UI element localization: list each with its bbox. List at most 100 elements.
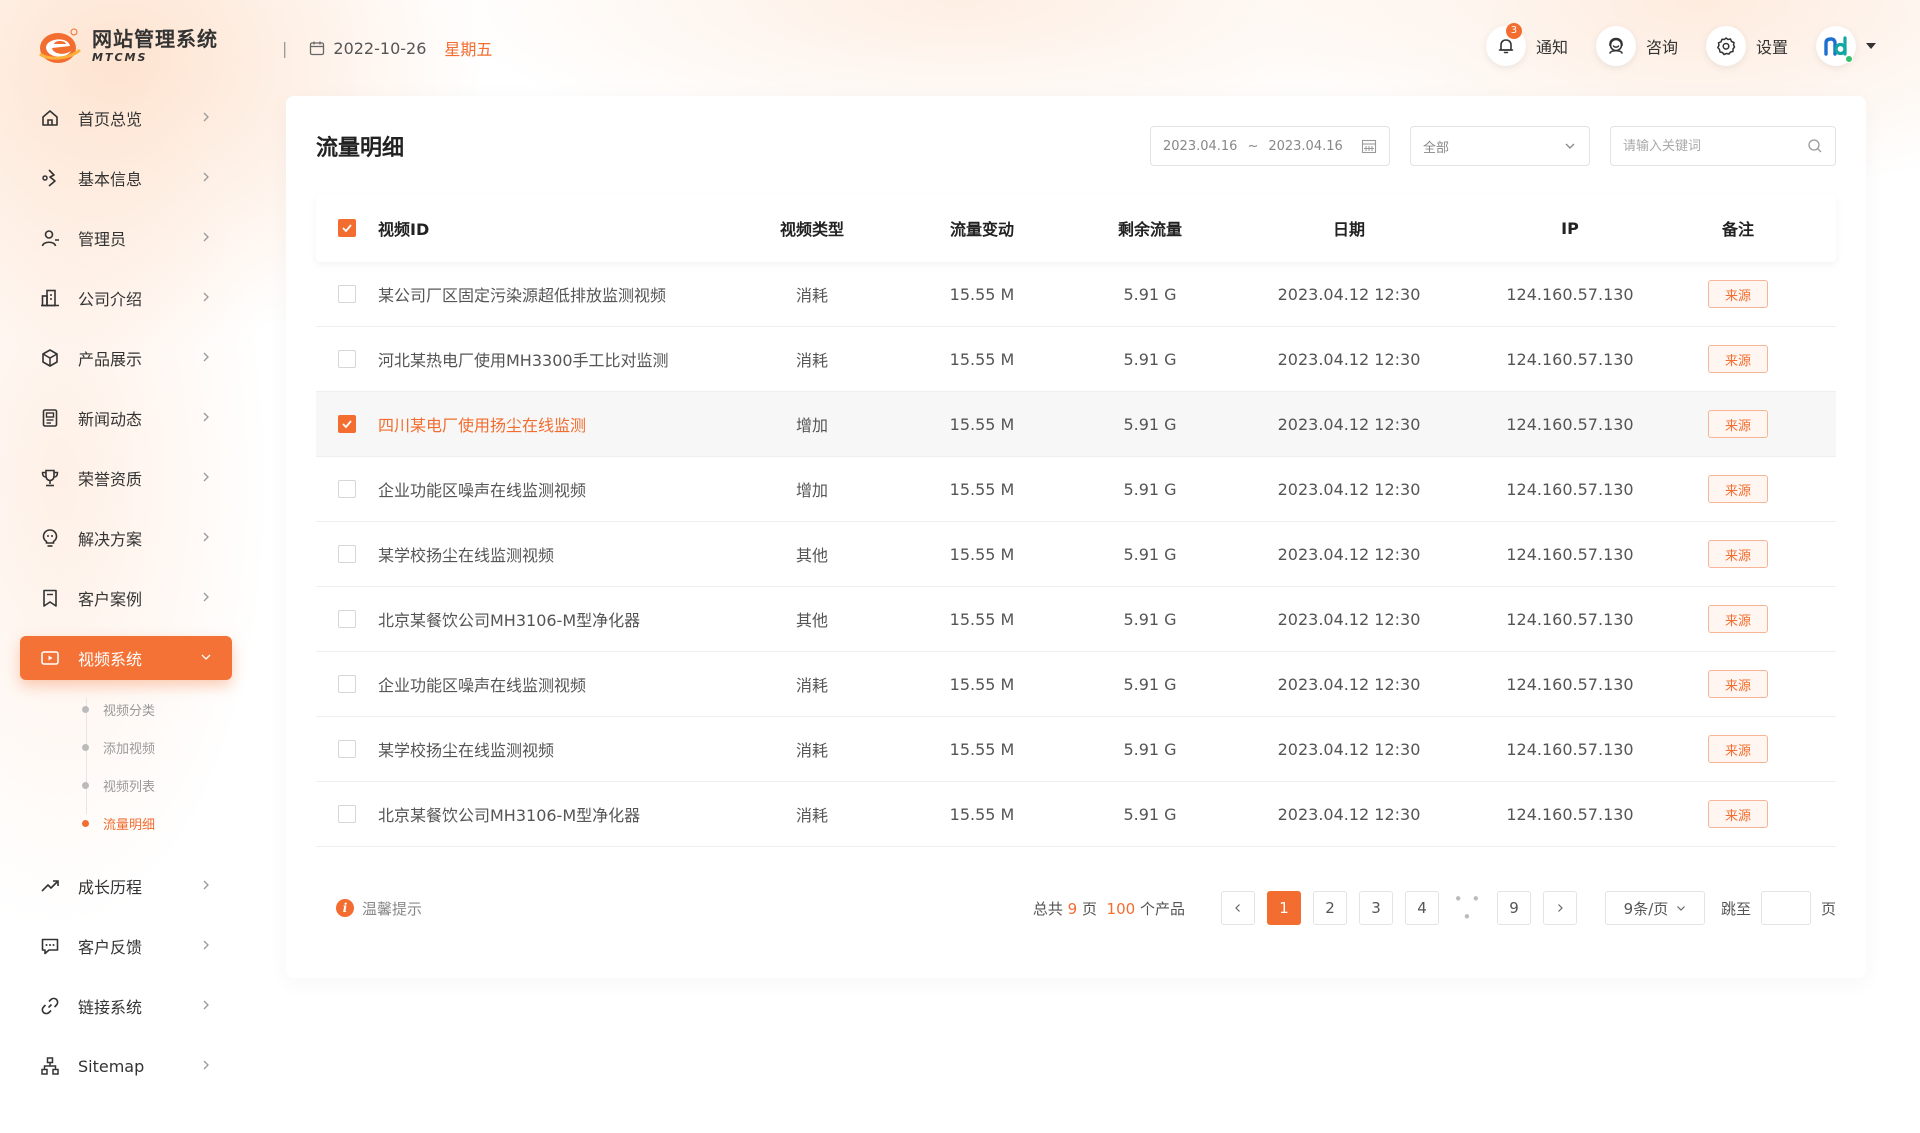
cell-traffic-change: 15.55 M — [949, 414, 1015, 434]
check-icon — [342, 420, 352, 429]
table-row[interactable]: 某学校扬尘在线监测视频 其他 15.55 M 5.91 G 2023.04.12… — [316, 522, 1836, 587]
caret-down-icon[interactable] — [1866, 43, 1876, 49]
sidebar-item-honors[interactable]: 荣誉资质 — [20, 456, 232, 500]
total-prefix: 总共 — [1032, 899, 1063, 918]
table-row[interactable]: 河北某热电厂使用MH3300手工比对监测 消耗 15.55 M 5.91 G 2… — [316, 327, 1836, 392]
source-tag[interactable]: 来源 — [1708, 670, 1768, 698]
sidebar-item-label: 公司介绍 — [78, 290, 143, 309]
column-header-remaining[interactable]: 剩余流量 — [1102, 216, 1198, 240]
user-avatar[interactable] — [1816, 26, 1856, 66]
settings-button[interactable]: 设置 — [1705, 26, 1788, 66]
table-row[interactable]: 企业功能区噪声在线监测视频 消耗 15.55 M 5.91 G 2023.04.… — [316, 652, 1836, 717]
source-tag[interactable]: 来源 — [1708, 280, 1768, 308]
page-button-2[interactable]: 2 — [1312, 891, 1347, 925]
sidebar-item-sitemap[interactable]: Sitemap — [20, 1044, 232, 1088]
column-header-date[interactable]: 日期 — [1198, 216, 1500, 240]
cell-ip: 124.160.57.130 — [1506, 284, 1634, 304]
subnav-item-video-list[interactable]: 视频列表 — [82, 766, 232, 804]
app-logo[interactable]: 网站管理系统 MTCMS — [38, 24, 218, 68]
sidebar-item-label: 荣誉资质 — [78, 470, 143, 489]
next-page-button[interactable] — [1542, 891, 1577, 925]
cell-date: 2023.04.12 12:30 — [1277, 804, 1421, 824]
cell-traffic-change: 15.55 M — [949, 544, 1015, 564]
table-row[interactable]: 四川某电厂使用扬尘在线监测 增加 15.55 M 5.91 G 2023.04.… — [316, 392, 1836, 457]
notify-count-badge: 3 — [1505, 23, 1522, 39]
table-row[interactable]: 某学校扬尘在线监测视频 消耗 15.55 M 5.91 G 2023.04.12… — [316, 717, 1836, 782]
page-button-1[interactable]: 1 — [1266, 891, 1301, 925]
calendar-icon — [1361, 139, 1377, 154]
sidebar-item-growth[interactable]: 成长历程 — [20, 864, 232, 908]
sidebar-item-solutions[interactable]: 解决方案 — [20, 516, 232, 560]
row-checkbox[interactable] — [338, 545, 356, 563]
date-range-picker[interactable]: 2023.04.16 ~ 2023.04.16 — [1150, 126, 1390, 166]
sidebar: 首页总览 基本信息 管理员 公司介绍 产品展示 新闻动态 荣誉资质 解决方案 客 — [20, 96, 232, 1104]
chevron-right-icon — [1558, 904, 1563, 912]
sidebar-item-feedback[interactable]: 客户反馈 — [20, 924, 232, 968]
source-tag[interactable]: 来源 — [1708, 605, 1768, 633]
type-select[interactable]: 全部 — [1410, 126, 1590, 166]
trophy-icon — [41, 469, 59, 487]
sidebar-item-admin[interactable]: 管理员 — [20, 216, 232, 260]
subnav-label: 流量明细 — [103, 817, 156, 833]
tip-hint[interactable]: i 温馨提示 — [336, 898, 422, 919]
calendar-icon — [310, 41, 325, 56]
jump-page-input[interactable] — [1760, 891, 1811, 925]
source-tag[interactable]: 来源 — [1708, 735, 1768, 763]
table-row[interactable]: 北京某餐饮公司MH3106-M型净化器 消耗 15.55 M 5.91 G 20… — [316, 782, 1836, 847]
row-checkbox[interactable] — [338, 480, 356, 498]
page-button-last[interactable]: 9 — [1496, 891, 1531, 925]
row-checkbox[interactable] — [338, 350, 356, 368]
info-icon: i — [336, 899, 354, 917]
column-header-note[interactable]: 备注 — [1640, 216, 1836, 240]
row-checkbox[interactable] — [338, 610, 356, 628]
source-tag[interactable]: 来源 — [1708, 540, 1768, 568]
prev-page-button[interactable] — [1220, 891, 1255, 925]
news-icon — [42, 409, 58, 427]
notify-button[interactable]: 3 通知 — [1485, 23, 1568, 66]
subnav-item-add-video[interactable]: 添加视频 — [82, 728, 232, 766]
page-button-3[interactable]: 3 — [1358, 891, 1393, 925]
traffic-detail-panel: 流量明细 2023.04.16 ~ 2023.04.16 全部 视频ID 视频类… — [286, 96, 1866, 978]
sidebar-item-news[interactable]: 新闻动态 — [20, 396, 232, 440]
cell-ip: 124.160.57.130 — [1506, 674, 1634, 694]
source-tag[interactable]: 来源 — [1708, 800, 1768, 828]
filter-bar: 2023.04.16 ~ 2023.04.16 全部 — [1150, 126, 1836, 166]
cell-traffic-change: 15.55 M — [949, 674, 1015, 694]
subnav-item-video-category[interactable]: 视频分类 — [82, 690, 232, 728]
row-checkbox[interactable] — [338, 415, 356, 433]
row-checkbox[interactable] — [338, 675, 356, 693]
sidebar-item-products[interactable]: 产品展示 — [20, 336, 232, 380]
sidebar-item-label: 基本信息 — [78, 170, 143, 189]
sidebar-item-company[interactable]: 公司介绍 — [20, 276, 232, 320]
search-input[interactable] — [1623, 138, 1793, 154]
table-row[interactable]: 北京某餐饮公司MH3106-M型净化器 其他 15.55 M 5.91 G 20… — [316, 587, 1836, 652]
source-tag[interactable]: 来源 — [1708, 345, 1768, 373]
sidebar-item-video[interactable]: 视频系统 — [20, 636, 232, 680]
page-ellipsis[interactable]: • • • — [1451, 890, 1485, 926]
cell-ip: 124.160.57.130 — [1506, 739, 1634, 759]
table-row[interactable]: 某公司厂区固定污染源超低排放监测视频 消耗 15.55 M 5.91 G 202… — [316, 262, 1836, 327]
row-checkbox[interactable] — [338, 285, 356, 303]
page-size-select[interactable]: 9条/页 — [1604, 891, 1705, 925]
column-header-video-type[interactable]: 视频类型 — [762, 216, 862, 240]
table-row[interactable]: 企业功能区噪声在线监测视频 增加 15.55 M 5.91 G 2023.04.… — [316, 457, 1836, 522]
sidebar-item-cases[interactable]: 客户案例 — [20, 576, 232, 620]
select-all-checkbox[interactable] — [338, 219, 356, 237]
sidebar-item-home[interactable]: 首页总览 — [20, 96, 232, 140]
consult-button[interactable]: 咨询 — [1595, 26, 1678, 66]
column-header-ip[interactable]: IP — [1500, 219, 1640, 238]
cell-video-id: 某学校扬尘在线监测视频 — [378, 546, 555, 565]
source-tag[interactable]: 来源 — [1708, 475, 1768, 503]
subnav-item-traffic-detail[interactable]: 流量明细 — [82, 804, 232, 842]
page-button-4[interactable]: 4 — [1404, 891, 1439, 925]
column-header-traffic-change[interactable]: 流量变动 — [862, 216, 1102, 240]
row-checkbox[interactable] — [338, 740, 356, 758]
source-tag[interactable]: 来源 — [1708, 410, 1768, 438]
total-pages: 9 — [1067, 899, 1078, 918]
search-box[interactable] — [1610, 126, 1836, 166]
sidebar-item-links[interactable]: 链接系统 — [20, 984, 232, 1028]
column-header-video-id[interactable]: 视频ID — [378, 216, 762, 240]
sidebar-item-basic-info[interactable]: 基本信息 — [20, 156, 232, 200]
row-checkbox[interactable] — [338, 805, 356, 823]
search-icon[interactable] — [1807, 138, 1823, 154]
